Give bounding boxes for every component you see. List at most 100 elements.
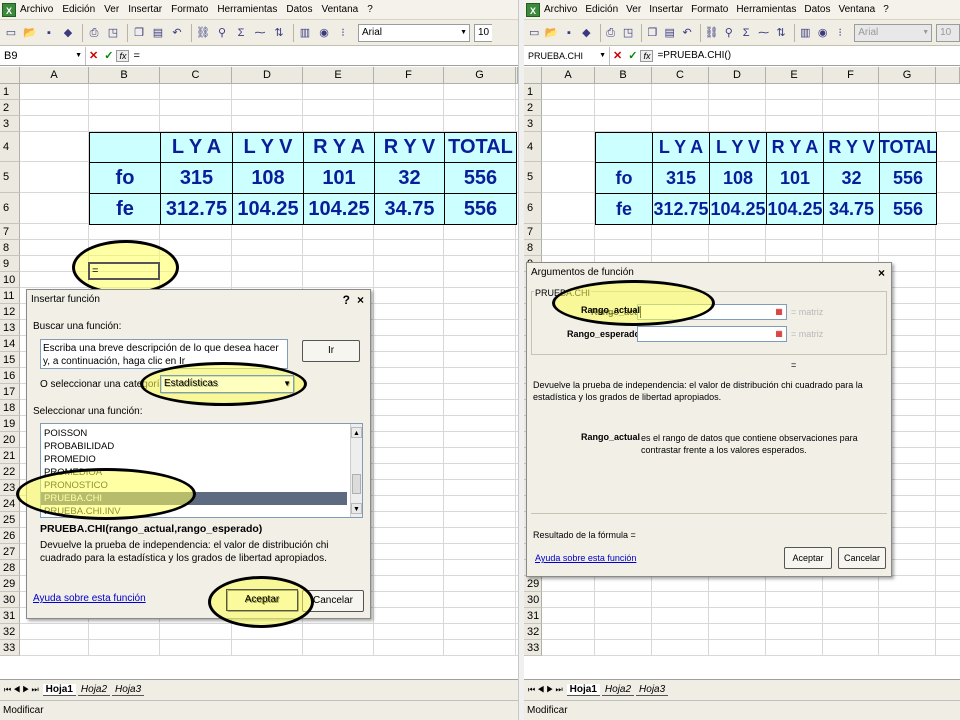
open-folder-icon[interactable]: 📂 [22, 25, 38, 41]
row-header[interactable]: 9 [0, 256, 20, 272]
sort-icon[interactable]: ⇅ [271, 25, 287, 41]
table-cell[interactable]: 312.75 [652, 193, 710, 225]
sort-icon[interactable]: ⇅ [774, 25, 788, 41]
copy-icon[interactable]: ❐ [131, 25, 147, 41]
table-cell[interactable] [595, 132, 653, 163]
sheet-tab-hoja1[interactable]: Hoja1 [42, 684, 76, 696]
column-header[interactable]: F [374, 67, 444, 84]
formula-content[interactable]: = [133, 50, 139, 62]
table-cell[interactable]: 556 [444, 162, 517, 194]
enter-check-icon[interactable]: ✓ [628, 49, 637, 62]
table-cell[interactable]: TOTAL [444, 132, 517, 163]
open-folder-icon[interactable]: 📂 [544, 25, 559, 41]
row-header[interactable]: 13 [0, 320, 20, 336]
table-cell[interactable]: 101 [766, 162, 824, 194]
row-header[interactable]: 32 [524, 624, 542, 640]
row-header[interactable]: 16 [0, 368, 20, 384]
table-cell[interactable]: R Y V [374, 132, 445, 163]
row-header[interactable]: 12 [0, 304, 20, 320]
row-header[interactable]: 8 [524, 240, 542, 256]
help-icon[interactable]: ◉ [316, 25, 332, 41]
row-header[interactable]: 2 [0, 100, 20, 116]
row-header[interactable]: 20 [0, 432, 20, 448]
save-icon[interactable]: ▪ [562, 25, 576, 41]
table-cell[interactable]: 556 [879, 193, 937, 225]
close-icon[interactable]: × [357, 290, 364, 310]
research-icon[interactable]: ⚲ [214, 25, 230, 41]
font-name-select[interactable]: Arial ▼ [854, 23, 933, 42]
name-box[interactable]: B9 ▼ [0, 46, 86, 65]
help-icon[interactable]: ◉ [815, 25, 829, 41]
function-list-item[interactable]: PROMEDIO [41, 453, 347, 466]
font-size-select[interactable]: 10 [474, 23, 492, 42]
go-button[interactable]: Ir [302, 340, 360, 362]
row-header[interactable]: 6 [524, 193, 542, 224]
table-cell[interactable]: 32 [374, 162, 445, 194]
menu-edicion[interactable]: Edición [62, 4, 95, 15]
insert-function-button[interactable]: fx [640, 49, 654, 62]
new-document-icon[interactable]: ▭ [527, 25, 541, 41]
column-header[interactable]: D [709, 67, 766, 84]
sheet-tab-hoja3[interactable]: Hoja3 [636, 684, 669, 696]
collapse-dialog-icon[interactable]: ▦ [774, 329, 784, 339]
table-cell[interactable]: L Y V [232, 132, 304, 163]
print-icon[interactable]: ⎙ [86, 25, 102, 41]
row-header[interactable]: 30 [0, 592, 20, 608]
table-cell[interactable]: fe [89, 193, 161, 225]
row-header[interactable]: 19 [0, 416, 20, 432]
row-header[interactable]: 32 [0, 624, 20, 640]
table-cell[interactable]: 108 [232, 162, 304, 194]
paste-icon[interactable]: ▤ [663, 25, 677, 41]
row-header[interactable]: 6 [0, 193, 20, 224]
table-cell[interactable]: 34.75 [823, 193, 880, 225]
formula-content[interactable]: =PRUEBA.CHI() [657, 50, 731, 61]
insert-function-button[interactable]: fx [116, 49, 130, 62]
cancel-entry-icon[interactable]: ✕ [89, 49, 98, 62]
sheet-nav-icons[interactable]: ⏮◀▶⏭ [4, 685, 41, 695]
autosum-icon[interactable]: Σ [739, 25, 753, 41]
undo-icon[interactable]: ↶ [169, 25, 185, 41]
listbox-scrollbar[interactable]: ▲ ▼ [350, 424, 362, 517]
rango-esperado-input[interactable]: ▦ [637, 326, 787, 342]
permission-icon[interactable]: ◆ [60, 25, 76, 41]
new-document-icon[interactable]: ▭ [3, 25, 19, 41]
excel-app-icon[interactable]: X [2, 2, 16, 17]
column-header[interactable]: C [160, 67, 232, 84]
row-header[interactable]: 25 [0, 512, 20, 528]
menu-herramientas[interactable]: Herramientas [217, 4, 277, 15]
row-header[interactable]: 5 [524, 162, 542, 193]
table-cell[interactable]: fo [595, 162, 653, 194]
table-cell[interactable]: 104.25 [766, 193, 824, 225]
name-box[interactable]: PRUEBA.CHI ▼ [524, 46, 610, 65]
row-header[interactable]: 33 [0, 640, 20, 656]
help-question-icon[interactable]: ? [343, 290, 350, 310]
column-header[interactable]: E [766, 67, 823, 84]
table-cell[interactable]: 108 [709, 162, 767, 194]
category-select-overlay[interactable]: Estadísticas ▼ [160, 375, 294, 393]
print-preview-icon[interactable]: ◳ [621, 25, 635, 41]
sheet-tab-hoja1[interactable]: Hoja1 [566, 684, 600, 696]
menu-formato[interactable]: Formato [171, 4, 208, 15]
column-header[interactable]: B [595, 67, 652, 84]
column-header[interactable]: F [823, 67, 879, 84]
chart-wizard-icon[interactable]: ▥ [798, 25, 812, 41]
row-header[interactable]: 4 [524, 132, 542, 162]
undo-icon[interactable]: ↶ [680, 25, 694, 41]
table-cell[interactable]: 104.25 [232, 193, 304, 225]
column-header[interactable]: A [20, 67, 89, 84]
row-header[interactable]: 21 [0, 448, 20, 464]
permission-icon[interactable]: ◆ [579, 25, 593, 41]
column-header[interactable]: E [303, 67, 374, 84]
chart-wizard-icon[interactable]: ▥ [297, 25, 313, 41]
menu-ventana[interactable]: Ventana [838, 4, 875, 15]
row-header[interactable]: 22 [0, 464, 20, 480]
close-icon[interactable]: × [878, 263, 885, 283]
table-cell[interactable]: 315 [652, 162, 710, 194]
row-header[interactable]: 14 [0, 336, 20, 352]
menu-herramientas[interactable]: Herramientas [736, 4, 796, 15]
hyperlink-icon[interactable]: ⛓ [704, 25, 718, 41]
sheet-nav-icons[interactable]: ⏮◀▶⏭ [528, 685, 565, 695]
font-size-select[interactable]: 10 [936, 23, 960, 42]
row-header[interactable]: 31 [0, 608, 20, 624]
table-cell[interactable]: 104.25 [709, 193, 767, 225]
